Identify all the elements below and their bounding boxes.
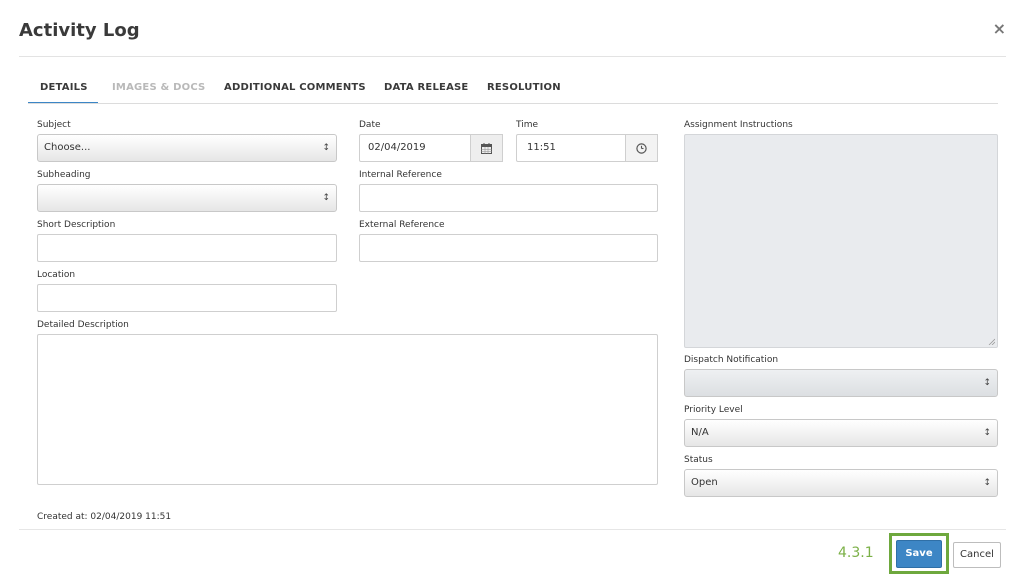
external-reference-input[interactable] — [359, 234, 658, 262]
subheading-select[interactable]: ↕ — [37, 184, 337, 212]
created-at-text: Created at: 02/04/2019 11:51 — [37, 512, 172, 522]
tab-images-docs[interactable]: IMAGES & DOCS — [112, 82, 205, 93]
assignment-instructions-textarea[interactable] — [684, 134, 998, 348]
dialog-title: Activity Log — [19, 20, 140, 41]
tab-resolution[interactable]: RESOLUTION — [487, 82, 561, 93]
resize-grip-icon[interactable] — [987, 337, 995, 345]
calendar-icon[interactable] — [470, 134, 503, 162]
date-input[interactable]: 02/04/2019 — [359, 134, 503, 162]
cancel-button[interactable]: Cancel — [953, 542, 1001, 568]
time-value: 11:51 — [527, 142, 556, 153]
priority-level-value: N/A — [691, 427, 709, 438]
save-button[interactable]: Save — [896, 540, 942, 568]
date-label: Date — [359, 120, 381, 130]
version-annotation: 4.3.1 — [838, 545, 874, 561]
assignment-instructions-label: Assignment Instructions — [684, 120, 793, 130]
subject-select[interactable]: Choose... ↕ — [37, 134, 337, 162]
subheading-label: Subheading — [37, 170, 91, 180]
tab-additional-comments[interactable]: ADDITIONAL COMMENTS — [224, 82, 366, 93]
short-description-input[interactable] — [37, 234, 337, 262]
external-reference-label: External Reference — [359, 220, 445, 230]
footer-divider — [19, 529, 1006, 530]
clock-icon[interactable] — [625, 134, 658, 162]
internal-reference-input[interactable] — [359, 184, 658, 212]
select-arrows-icon: ↕ — [983, 428, 991, 438]
time-label: Time — [516, 120, 539, 130]
select-arrows-icon: ↕ — [322, 193, 330, 203]
tab-data-release[interactable]: DATA RELEASE — [384, 82, 468, 93]
close-icon[interactable]: × — [993, 19, 1006, 38]
detailed-description-textarea[interactable] — [37, 334, 658, 485]
priority-level-label: Priority Level — [684, 405, 743, 415]
tabs-divider — [28, 103, 998, 104]
select-arrows-icon: ↕ — [983, 378, 991, 388]
subject-label: Subject — [37, 120, 71, 130]
dispatch-notification-select[interactable]: ↕ — [684, 369, 998, 397]
priority-level-select[interactable]: N/A ↕ — [684, 419, 998, 447]
select-arrows-icon: ↕ — [322, 143, 330, 153]
status-value: Open — [691, 477, 718, 488]
header-divider — [19, 56, 1006, 57]
location-input[interactable] — [37, 284, 337, 312]
detailed-description-label: Detailed Description — [37, 320, 129, 330]
location-label: Location — [37, 270, 76, 280]
date-value: 02/04/2019 — [368, 142, 426, 153]
internal-reference-label: Internal Reference — [359, 170, 442, 180]
dispatch-notification-label: Dispatch Notification — [684, 355, 779, 365]
tab-details[interactable]: DETAILS — [40, 82, 88, 93]
status-label: Status — [684, 455, 713, 465]
select-arrows-icon: ↕ — [983, 478, 991, 488]
short-description-label: Short Description — [37, 220, 116, 230]
status-select[interactable]: Open ↕ — [684, 469, 998, 497]
time-input[interactable]: 11:51 — [516, 134, 658, 162]
subject-value: Choose... — [44, 142, 91, 153]
